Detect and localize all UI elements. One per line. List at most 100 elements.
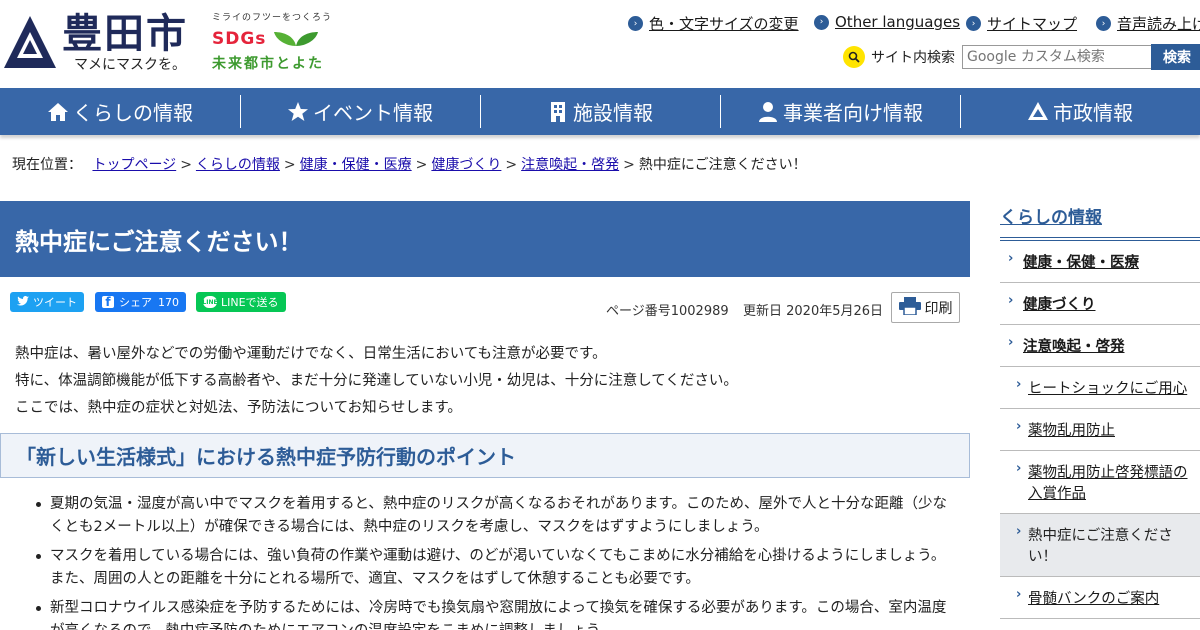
sidebar-item-drug-abuse[interactable]: › 薬物乱用防止: [1000, 409, 1200, 451]
facebook-share-count: 170: [158, 295, 179, 309]
read-aloud-label[interactable]: 音声読み上げ: [1117, 13, 1200, 34]
sitemap-label[interactable]: サイトマップ: [987, 13, 1077, 34]
tweet-label: ツイート: [33, 296, 77, 309]
sidebar-item-heat-shock[interactable]: › ヒートショックにご用心: [1000, 367, 1200, 409]
nav-label: イベント情報: [313, 101, 433, 125]
sidebar-item-label[interactable]: 薬物乱用防止: [1028, 419, 1190, 440]
nav-label: 施設情報: [573, 101, 653, 125]
points-list: 夏期の気温・湿度が高い中でマスクを着用すると、熱中症のリスクが高くなるおそれがあ…: [36, 493, 955, 630]
sidebar-item-bone-marrow[interactable]: › 骨髄バンクのご案内: [1000, 577, 1200, 619]
main-content: 熱中症にご注意ください！ ツイート f シェア 170 LINE LINEで送る…: [0, 201, 970, 630]
site-header: 豊田市 マメにマスクを。 ミライのフツーをつくろう SDGs 未来都市とよた ›…: [0, 0, 1200, 88]
line-share-button[interactable]: LINE LINEで送る: [196, 292, 286, 312]
breadcrumb-current: 熱中症にご注意ください！: [638, 157, 807, 173]
color-text-size-link[interactable]: › 色・文字サイズの変更: [628, 13, 799, 34]
sdgs-word: SDGs: [212, 29, 267, 49]
home-icon: [47, 101, 69, 123]
tweet-button[interactable]: ツイート: [10, 292, 84, 312]
list-item: 夏期の気温・湿度が高い中でマスクを着用すると、熱中症のリスクが高くなるおそれがあ…: [36, 493, 955, 538]
chevron-right-icon: ›: [1016, 461, 1022, 476]
nav-label: くらしの情報: [73, 101, 193, 125]
sdgs-banner[interactable]: ミライのフツーをつくろう SDGs 未来都市とよた: [212, 10, 352, 73]
breadcrumb-prefix: 現在位置：: [12, 157, 82, 173]
sidebar-item-label[interactable]: 健康・保健・医療: [1023, 251, 1200, 272]
facebook-share-button[interactable]: f シェア 170: [95, 292, 186, 312]
breadcrumb-link[interactable]: トップページ: [92, 157, 176, 173]
sdgs-tagline: ミライのフツーをつくろう: [212, 13, 333, 23]
sidebar-title[interactable]: くらしの情報: [1000, 208, 1102, 228]
city-logo[interactable]: 豊田市 マメにマスクを。: [2, 12, 186, 73]
sidebar-item-health-promotion[interactable]: › 健康づくり: [1000, 283, 1200, 325]
city-emblem-icon: [4, 16, 56, 68]
nav-label: 事業者向け情報: [783, 101, 923, 125]
sitemap-link[interactable]: › サイトマップ: [966, 13, 1077, 34]
chevron-right-icon: ›: [1016, 377, 1022, 392]
chevron-right-icon: ›: [1008, 293, 1014, 308]
breadcrumb-link[interactable]: 健康づくり: [431, 157, 501, 173]
chevron-right-icon: ›: [1008, 335, 1014, 350]
color-text-size-label[interactable]: 色・文字サイズの変更: [649, 13, 799, 34]
local-navigation: くらしの情報 › 健康・保健・医療 › 健康づくり › 注意喚起・啓発 › ヒー…: [1000, 201, 1200, 619]
global-nav: くらしの情報 イベント情報 施設情報 事業者向け情報 市政情報: [0, 88, 1200, 135]
facebook-share-label: シェア: [119, 296, 152, 309]
sidebar-item-heatstroke-current: › 熱中症にご注意ください！: [1000, 514, 1200, 577]
site-search: サイト内検索 検索: [843, 44, 1200, 70]
printer-icon: [898, 296, 921, 319]
sidebar-item-label[interactable]: 骨髄バンクのご案内: [1028, 587, 1190, 608]
read-aloud-link[interactable]: › 音声読み上げ: [1096, 13, 1200, 34]
line-share-label: LINEで送る: [221, 296, 279, 309]
search-button[interactable]: 検索: [1151, 44, 1200, 70]
breadcrumb-link[interactable]: くらしの情報: [196, 157, 280, 173]
line-icon: LINE: [202, 296, 218, 308]
search-label: サイト内検索: [871, 50, 955, 66]
section-heading: 「新しい生活様式」における熱中症予防行動のポイント: [0, 433, 970, 478]
nav-item-events[interactable]: イベント情報: [240, 88, 480, 135]
chevron-right-icon: ›: [1016, 587, 1022, 602]
twitter-icon: [17, 295, 29, 309]
nav-label: 市政情報: [1053, 101, 1133, 125]
sidebar-item-health[interactable]: › 健康・保健・医療: [1000, 241, 1200, 283]
chevron-right-icon: ›: [814, 14, 829, 30]
sidebar-item-label: 熱中症にご注意ください！: [1028, 528, 1173, 565]
breadcrumb-link[interactable]: 健康・保健・医療: [300, 157, 412, 173]
list-item: 新型コロナウイルス感染症を予防するためには、冷房時でも換気扇や窓開放によって換気…: [36, 597, 955, 630]
star-icon: [287, 101, 309, 123]
leaf-icon: [274, 32, 319, 46]
sidebar-item-alerts[interactable]: › 注意喚起・啓発: [1000, 325, 1200, 367]
city-name: 豊田市: [62, 11, 188, 57]
intro-paragraph: 熱中症は、暑い屋外などでの労働や運動だけでなく、日常生活においても注意が必要です…: [15, 346, 607, 362]
updated-date: 更新日 2020年5月26日: [743, 304, 884, 319]
other-languages-label[interactable]: Other languages: [835, 13, 960, 31]
sidebar-item-label[interactable]: 健康づくり: [1023, 293, 1200, 314]
chevron-right-icon: ›: [1016, 524, 1022, 539]
building-icon: [547, 101, 569, 123]
nav-item-business[interactable]: 事業者向け情報: [720, 88, 960, 135]
nav-item-facilities[interactable]: 施設情報: [480, 88, 720, 135]
city-slogan: マメにマスクを。: [74, 57, 186, 73]
other-languages-link[interactable]: › Other languages: [814, 13, 960, 31]
emblem-icon: [1027, 101, 1049, 123]
sidebar-item-label[interactable]: ヒートショックにご用心: [1028, 377, 1190, 398]
breadcrumb: 現在位置： トップページ > くらしの情報 > 健康・保健・医療 > 健康づくり > 注意喚起・…: [12, 157, 807, 173]
chevron-right-icon: ›: [1016, 419, 1022, 434]
search-input[interactable]: [962, 45, 1152, 69]
print-button[interactable]: 印刷: [891, 292, 960, 323]
nav-item-city-admin[interactable]: 市政情報: [960, 88, 1200, 135]
intro-paragraph: 特に、体温調節機能が低下する高齢者や、まだ十分に発達していない小児・幼児は、十分…: [15, 373, 738, 389]
person-icon: [757, 101, 779, 123]
chevron-right-icon: ›: [966, 16, 981, 31]
breadcrumb-link[interactable]: 注意喚起・啓発: [521, 157, 619, 173]
intro-paragraph: ここでは、熱中症の症状と対処法、予防法についてお知らせします。: [15, 400, 462, 416]
chevron-right-icon: ›: [1096, 16, 1111, 31]
page-title: 熱中症にご注意ください！: [0, 201, 970, 277]
sidebar-item-label[interactable]: 注意喚起・啓発: [1023, 335, 1200, 356]
nav-item-living[interactable]: くらしの情報: [0, 88, 240, 135]
search-icon: [843, 46, 865, 68]
sidebar-item-drug-slogans[interactable]: › 薬物乱用防止啓発標語の入賞作品: [1000, 451, 1200, 514]
intro-text: 熱中症は、暑い屋外などでの労働や運動だけでなく、日常生活においても注意が必要です…: [15, 341, 738, 422]
sidebar-title-link[interactable]: くらしの情報: [1000, 201, 1200, 237]
sidebar-item-label[interactable]: 薬物乱用防止啓発標語の入賞作品: [1028, 461, 1190, 503]
facebook-icon: f: [102, 296, 114, 308]
page-number: ページ番号1002989: [606, 304, 729, 319]
chevron-right-icon: ›: [628, 16, 643, 31]
